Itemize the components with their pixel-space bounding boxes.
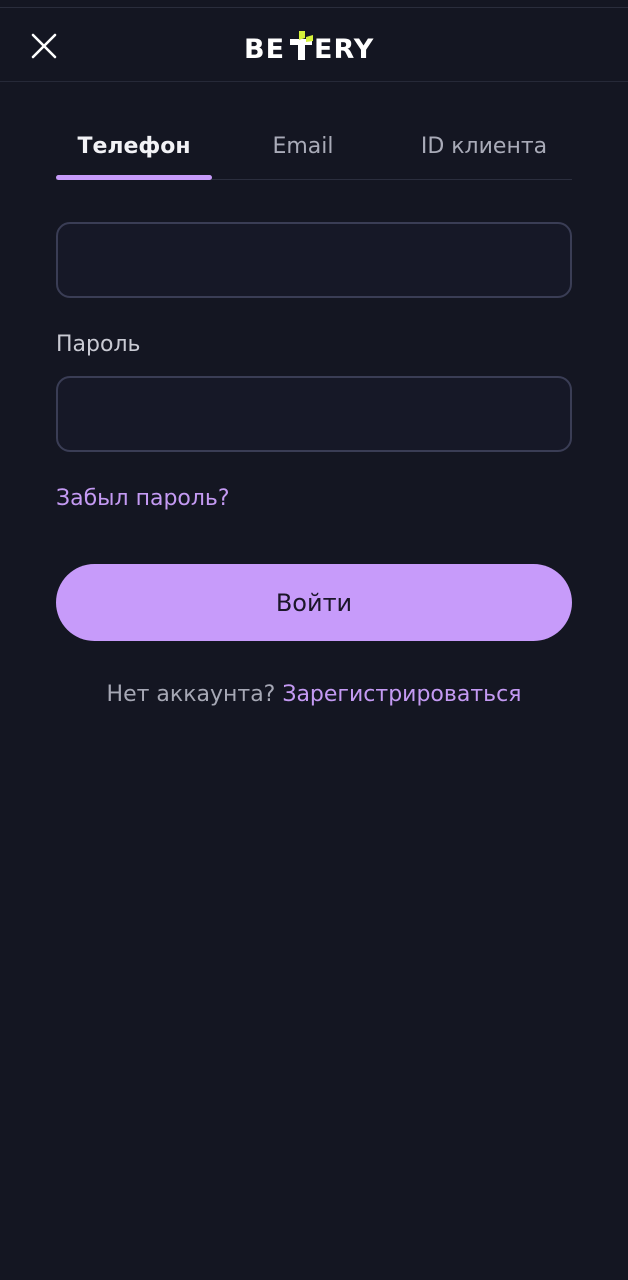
tab-phone[interactable]: Телефон — [56, 112, 212, 180]
top-strip — [0, 0, 628, 8]
password-label: Пароль — [56, 332, 141, 357]
signup-question: Нет аккаунта? — [106, 682, 283, 707]
svg-text:ERY: ERY — [314, 34, 374, 62]
login-button[interactable]: Войти — [56, 564, 572, 641]
logo: BE ERY — [244, 31, 374, 62]
password-input[interactable] — [56, 376, 572, 452]
phone-input[interactable] — [56, 222, 572, 298]
active-tab-indicator — [56, 175, 212, 180]
tab-client-id[interactable]: ID клиента — [396, 112, 572, 180]
logo-plus-icon — [290, 31, 313, 60]
forgot-password-link[interactable]: Забыл пароль? — [56, 486, 230, 511]
tab-email[interactable]: Email — [228, 112, 378, 180]
signup-link[interactable]: Зарегистрироваться — [282, 682, 521, 707]
svg-text:BE: BE — [244, 34, 285, 62]
signup-row: Нет аккаунта? Зарегистрироваться — [0, 682, 628, 707]
header: BE ERY — [0, 8, 628, 82]
close-button[interactable] — [22, 24, 66, 68]
close-icon — [31, 33, 57, 59]
auth-tabs: Телефон Email ID клиента — [56, 112, 572, 180]
